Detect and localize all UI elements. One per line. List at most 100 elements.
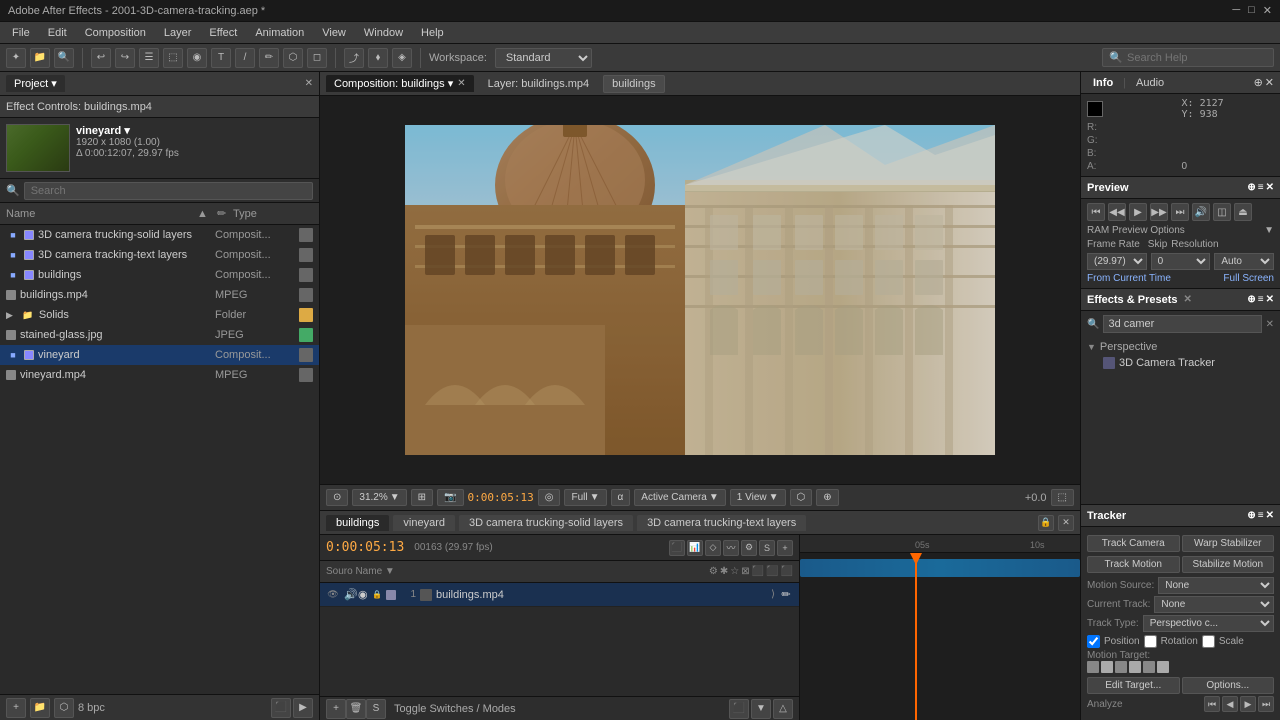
menu-help[interactable]: Help bbox=[413, 25, 452, 41]
vp-camera-icon[interactable]: ◎ bbox=[538, 489, 561, 506]
current-track-select[interactable]: None bbox=[1154, 596, 1274, 613]
warp-stabilizer-btn[interactable]: Warp Stabilizer bbox=[1182, 535, 1275, 552]
tl-tab-buildings[interactable]: buildings bbox=[326, 515, 389, 531]
new-item-btn[interactable]: + bbox=[6, 698, 26, 718]
preview-frame-rate-select[interactable]: (29.97) bbox=[1087, 253, 1147, 270]
file-item-vineyard[interactable]: ■ vineyard Composit... bbox=[0, 345, 319, 365]
tl-lock[interactable]: 🔒 bbox=[1038, 515, 1054, 531]
prev-snapshot[interactable]: ◫ bbox=[1213, 203, 1231, 221]
prev-audio[interactable]: 🔊 bbox=[1192, 203, 1210, 221]
analyze-forward[interactable]: ▶ bbox=[1240, 696, 1256, 712]
vp-zoom[interactable]: 31.2% ▼ bbox=[352, 489, 406, 506]
file-item-vineyard-mp4[interactable]: vineyard.mp4 MPEG bbox=[0, 365, 319, 385]
prev-loop[interactable]: ⏏ bbox=[1234, 203, 1252, 221]
layer-row-buildings[interactable]: 👁 🔊 ◉ 🔒 1 buildings.mp4 ⟩ ✏ bbox=[320, 583, 799, 607]
menu-edit[interactable]: Edit bbox=[40, 25, 75, 41]
track-camera-btn[interactable]: Track Camera bbox=[1087, 535, 1180, 552]
prev-first-frame[interactable]: ⏮ bbox=[1087, 203, 1105, 221]
prev-prev-frame[interactable]: ◀◀ bbox=[1108, 203, 1126, 221]
tl-solo-btn[interactable]: S bbox=[759, 540, 775, 556]
workspace-select[interactable]: Standard All Panels Animation Effects bbox=[495, 48, 592, 68]
sort-btn[interactable]: ⬛ bbox=[271, 698, 291, 718]
tl-new-layer[interactable]: + bbox=[326, 699, 346, 719]
info-close[interactable]: ✕ bbox=[1265, 76, 1274, 89]
edit-target-btn[interactable]: Edit Target... bbox=[1087, 677, 1180, 694]
toolbar-t9[interactable]: ⤴ bbox=[344, 48, 364, 68]
motion-source-select[interactable]: None bbox=[1158, 577, 1274, 594]
comp-tab-close[interactable]: ✕ bbox=[457, 78, 465, 89]
minimize-btn[interactable]: ─ bbox=[1232, 4, 1240, 17]
toolbar-new[interactable]: ✦ bbox=[6, 48, 26, 68]
effects-close-icon[interactable]: ✕ bbox=[1184, 294, 1192, 305]
toolbar-t2[interactable]: ⬚ bbox=[163, 48, 183, 68]
toolbar-undo[interactable]: ↩ bbox=[91, 48, 111, 68]
maximize-btn[interactable]: □ bbox=[1248, 4, 1255, 17]
preview-options-icon[interactable]: ≡ bbox=[1258, 182, 1264, 193]
toolbar-t6[interactable]: ✏ bbox=[259, 48, 279, 68]
options-btn[interactable]: Options... bbox=[1182, 677, 1275, 694]
effects-options[interactable]: ≡ bbox=[1258, 294, 1264, 305]
tl-close[interactable]: ✕ bbox=[1058, 515, 1074, 531]
menu-view[interactable]: View bbox=[314, 25, 354, 41]
layer-lock[interactable]: 🔒 bbox=[372, 590, 382, 599]
close-btn[interactable]: ✕ bbox=[1263, 4, 1272, 17]
scale-checkbox[interactable] bbox=[1202, 635, 1215, 648]
vp-snapshot[interactable]: 📷 bbox=[437, 489, 463, 506]
preview-res-select[interactable]: Auto Full Half bbox=[1214, 253, 1274, 270]
stabilize-motion-btn[interactable]: Stabilize Motion bbox=[1182, 556, 1275, 573]
toolbar-t5[interactable]: / bbox=[235, 48, 255, 68]
playhead[interactable] bbox=[915, 553, 917, 720]
prev-next-frame[interactable]: ▶▶ bbox=[1150, 203, 1168, 221]
prev-play[interactable]: ▶ bbox=[1129, 203, 1147, 221]
preview-full-screen[interactable]: Full Screen bbox=[1223, 273, 1274, 284]
menu-composition[interactable]: Composition bbox=[77, 25, 154, 41]
file-item-stained-glass[interactable]: stained-glass.jpg JPEG bbox=[0, 325, 319, 345]
effect-item-3d-tracker[interactable]: 3D Camera Tracker bbox=[1083, 355, 1278, 371]
tl-compose-btn[interactable]: ⬛ bbox=[669, 540, 685, 556]
file-item-buildings[interactable]: ■ buildings Composit... bbox=[0, 265, 319, 285]
tab-info[interactable]: Info bbox=[1087, 75, 1119, 91]
effects-search-input[interactable] bbox=[1103, 315, 1261, 333]
tl-options-btn[interactable]: ⚙ bbox=[741, 540, 757, 556]
rotation-checkbox[interactable] bbox=[1144, 635, 1157, 648]
preview-from-current[interactable]: From Current Time bbox=[1087, 273, 1171, 284]
analyze-backward-all[interactable]: ⏮ bbox=[1204, 696, 1220, 712]
info-expand[interactable]: ⊕ bbox=[1254, 76, 1263, 89]
file-item-3d-text[interactable]: ■ 3D camera tracking-text layers Composi… bbox=[0, 245, 319, 265]
tl-tab-3d-solid[interactable]: 3D camera trucking-solid layers bbox=[459, 515, 633, 531]
tab-composition[interactable]: Composition: buildings ▾ ✕ bbox=[326, 75, 474, 92]
tl-key-btn[interactable]: ◇ bbox=[705, 540, 721, 556]
preview-options-dropdown-icon[interactable]: ▼ bbox=[1264, 225, 1274, 236]
file-item-buildings-mp4[interactable]: buildings.mp4 MPEG bbox=[0, 285, 319, 305]
layer-visibility[interactable]: 👁 bbox=[326, 588, 340, 602]
menu-effect[interactable]: Effect bbox=[201, 25, 245, 41]
toolbar-t8[interactable]: ◻ bbox=[307, 48, 327, 68]
layer-audio[interactable]: 🔊 bbox=[344, 588, 354, 601]
toolbar-search[interactable]: 🔍 bbox=[54, 48, 74, 68]
menu-animation[interactable]: Animation bbox=[247, 25, 312, 41]
vp-view-count[interactable]: 1 View ▼ bbox=[730, 489, 786, 506]
effects-panel-close[interactable]: ✕ bbox=[1266, 294, 1274, 305]
tl-graph-btn[interactable]: 📊 bbox=[687, 540, 703, 556]
tl-tab-3d-text[interactable]: 3D camera trucking-text layers bbox=[637, 515, 806, 531]
track-type-select[interactable]: Perspectivo c... bbox=[1143, 615, 1274, 632]
console-btn[interactable]: ⬡ bbox=[54, 698, 74, 718]
tracker-options[interactable]: ≡ bbox=[1258, 510, 1264, 521]
toolbar-t1[interactable]: ☰ bbox=[139, 48, 159, 68]
vp-3d-options[interactable]: ⬡ bbox=[790, 489, 813, 506]
tl-motion-btn[interactable]: 〰 bbox=[723, 540, 739, 556]
vp-more[interactable]: ⊕ bbox=[816, 489, 838, 506]
project-search-input[interactable] bbox=[24, 182, 313, 200]
menu-window[interactable]: Window bbox=[356, 25, 411, 41]
preview-close[interactable]: ✕ bbox=[1266, 182, 1274, 193]
tab-project[interactable]: Project ▾ bbox=[6, 75, 65, 92]
layer-solo[interactable]: ◉ bbox=[358, 588, 368, 601]
effect-category-perspective[interactable]: ▼ Perspective bbox=[1083, 339, 1278, 355]
track-motion-btn[interactable]: Track Motion bbox=[1087, 556, 1180, 573]
tracker-expand[interactable]: ⊕ bbox=[1247, 510, 1255, 521]
tl-footer-btn1[interactable]: ⬛ bbox=[729, 699, 749, 719]
tl-footer-btn2[interactable]: ▼ bbox=[751, 699, 771, 719]
effects-expand[interactable]: ⊕ bbox=[1247, 294, 1255, 305]
search-help-input[interactable] bbox=[1127, 52, 1267, 64]
toolbar-t3[interactable]: ◉ bbox=[187, 48, 207, 68]
